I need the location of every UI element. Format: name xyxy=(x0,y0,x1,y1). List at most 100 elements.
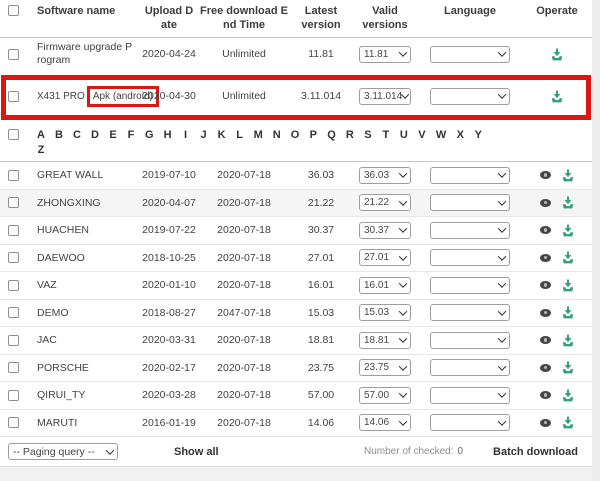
show-all-button[interactable]: Show all xyxy=(174,446,219,458)
row-checkbox[interactable] xyxy=(8,335,19,346)
download-icon[interactable] xyxy=(562,169,574,182)
valid-versions-select[interactable]: 3.11.014 xyxy=(359,88,411,105)
upload-date: 2020-03-28 xyxy=(140,389,198,401)
row-checkbox[interactable] xyxy=(8,225,19,236)
row-checkbox[interactable] xyxy=(8,49,19,60)
language-select[interactable] xyxy=(430,167,510,184)
eye-preview-icon[interactable] xyxy=(540,254,551,262)
row-checkbox[interactable] xyxy=(8,170,19,181)
eye-preview-icon[interactable] xyxy=(540,364,551,372)
eye-preview-icon[interactable] xyxy=(540,199,551,207)
valid-versions-select[interactable]: 18.81 xyxy=(359,332,411,349)
alphabet-letter[interactable]: T xyxy=(382,129,390,141)
alphabet-letter[interactable]: Y xyxy=(474,129,482,141)
language-select[interactable] xyxy=(430,46,510,63)
download-icon[interactable] xyxy=(562,279,574,292)
valid-versions-select[interactable]: 36.03 xyxy=(359,167,411,184)
download-icon[interactable] xyxy=(562,334,574,347)
download-icon[interactable] xyxy=(562,224,574,237)
alphabet-letter[interactable]: O xyxy=(291,129,300,141)
row-checkbox[interactable] xyxy=(8,390,19,401)
alphabet-letter[interactable]: U xyxy=(400,129,408,141)
download-icon[interactable] xyxy=(562,416,574,429)
language-select[interactable] xyxy=(430,304,510,321)
alphabet-letter[interactable]: A xyxy=(37,129,45,141)
select-all-checkbox[interactable] xyxy=(8,5,19,16)
alphabet-letter[interactable]: X xyxy=(456,129,464,141)
alphabet-letter[interactable]: N xyxy=(273,129,281,141)
software-name: DEMO xyxy=(37,307,140,319)
alphabet-letter[interactable]: J xyxy=(200,129,208,141)
paging-query-select[interactable]: -- Paging query -- xyxy=(8,443,118,460)
valid-versions-select[interactable]: 30.37 xyxy=(359,222,411,239)
alphabet-letter[interactable]: H xyxy=(164,129,172,141)
language-select[interactable] xyxy=(430,249,510,266)
alphabet-letter[interactable]: R xyxy=(346,129,354,141)
software-name: MARUTI xyxy=(37,417,140,429)
download-icon[interactable] xyxy=(562,251,574,264)
latest-version: 16.01 xyxy=(290,279,352,291)
alphabet-letter[interactable]: V xyxy=(418,129,426,141)
row-checkbox[interactable] xyxy=(8,362,19,373)
alphabet-letter[interactable]: L xyxy=(236,129,244,141)
language-select[interactable] xyxy=(430,88,510,105)
alphabet-letter[interactable]: Q xyxy=(327,129,336,141)
alphabet-letter[interactable]: D xyxy=(91,129,99,141)
row-checkbox[interactable] xyxy=(8,91,19,102)
alphabet-letter[interactable]: Z xyxy=(37,144,45,156)
alphabet-letter[interactable]: G xyxy=(145,129,154,141)
download-icon[interactable] xyxy=(562,196,574,209)
language-select[interactable] xyxy=(430,359,510,376)
valid-versions-select[interactable]: 11.81 xyxy=(359,46,411,63)
row-checkbox[interactable] xyxy=(8,252,19,263)
chevron-down-icon xyxy=(399,197,407,205)
software-name: GREAT WALL xyxy=(37,169,140,181)
eye-preview-icon[interactable] xyxy=(540,419,551,427)
alphabet-letter[interactable]: P xyxy=(309,129,317,141)
alphabet-letter[interactable]: M xyxy=(254,129,263,141)
alphabet-letter[interactable]: W xyxy=(436,129,446,141)
valid-versions-select[interactable]: 27.01 xyxy=(359,249,411,266)
alphabet-letter[interactable]: K xyxy=(218,129,226,141)
table-row: GREAT WALL 2019-07-10 2020-07-18 36.03 3… xyxy=(0,162,592,190)
alphabet-letter[interactable]: B xyxy=(55,129,63,141)
alphabet-letter[interactable]: I xyxy=(182,129,190,141)
language-select[interactable] xyxy=(430,194,510,211)
valid-versions-select[interactable]: 16.01 xyxy=(359,277,411,294)
valid-versions-select[interactable]: 21.22 xyxy=(359,194,411,211)
language-select[interactable] xyxy=(430,387,510,404)
valid-versions-select[interactable]: 15.03 xyxy=(359,304,411,321)
download-icon[interactable] xyxy=(551,90,563,103)
eye-preview-icon[interactable] xyxy=(540,281,551,289)
header-upload-date: Upload D ate xyxy=(140,0,198,37)
alphabet-row-checkbox[interactable] xyxy=(8,129,19,140)
alphabet-letter[interactable]: S xyxy=(364,129,372,141)
eye-preview-icon[interactable] xyxy=(540,171,551,179)
row-checkbox[interactable] xyxy=(8,417,19,428)
language-select[interactable] xyxy=(430,332,510,349)
table-row: HUACHEN 2019-07-22 2020-07-18 30.37 30.3… xyxy=(0,217,592,245)
eye-preview-icon[interactable] xyxy=(540,309,551,317)
valid-versions-select[interactable]: 14.06 xyxy=(359,414,411,431)
language-select[interactable] xyxy=(430,277,510,294)
eye-preview-icon[interactable] xyxy=(540,226,551,234)
batch-download-button[interactable]: Batch download xyxy=(493,446,578,458)
alphabet-letter[interactable]: F xyxy=(127,129,135,141)
row-checkbox[interactable] xyxy=(8,307,19,318)
alphabet-letter[interactable]: E xyxy=(109,129,117,141)
language-select[interactable] xyxy=(430,222,510,239)
download-icon[interactable] xyxy=(551,48,563,61)
download-icon[interactable] xyxy=(562,361,574,374)
row-checkbox[interactable] xyxy=(8,197,19,208)
alphabet-letter[interactable]: C xyxy=(73,129,81,141)
upload-date: 2020-02-17 xyxy=(140,362,198,374)
language-select[interactable] xyxy=(430,414,510,431)
eye-preview-icon[interactable] xyxy=(540,391,551,399)
row-checkbox[interactable] xyxy=(8,280,19,291)
eye-preview-icon[interactable] xyxy=(540,336,551,344)
download-icon[interactable] xyxy=(562,306,574,319)
valid-versions-select[interactable]: 23.75 xyxy=(359,359,411,376)
valid-versions-select[interactable]: 57.00 xyxy=(359,387,411,404)
table-row: PORSCHE 2020-02-17 2020-07-18 23.75 23.7… xyxy=(0,355,592,383)
download-icon[interactable] xyxy=(562,389,574,402)
